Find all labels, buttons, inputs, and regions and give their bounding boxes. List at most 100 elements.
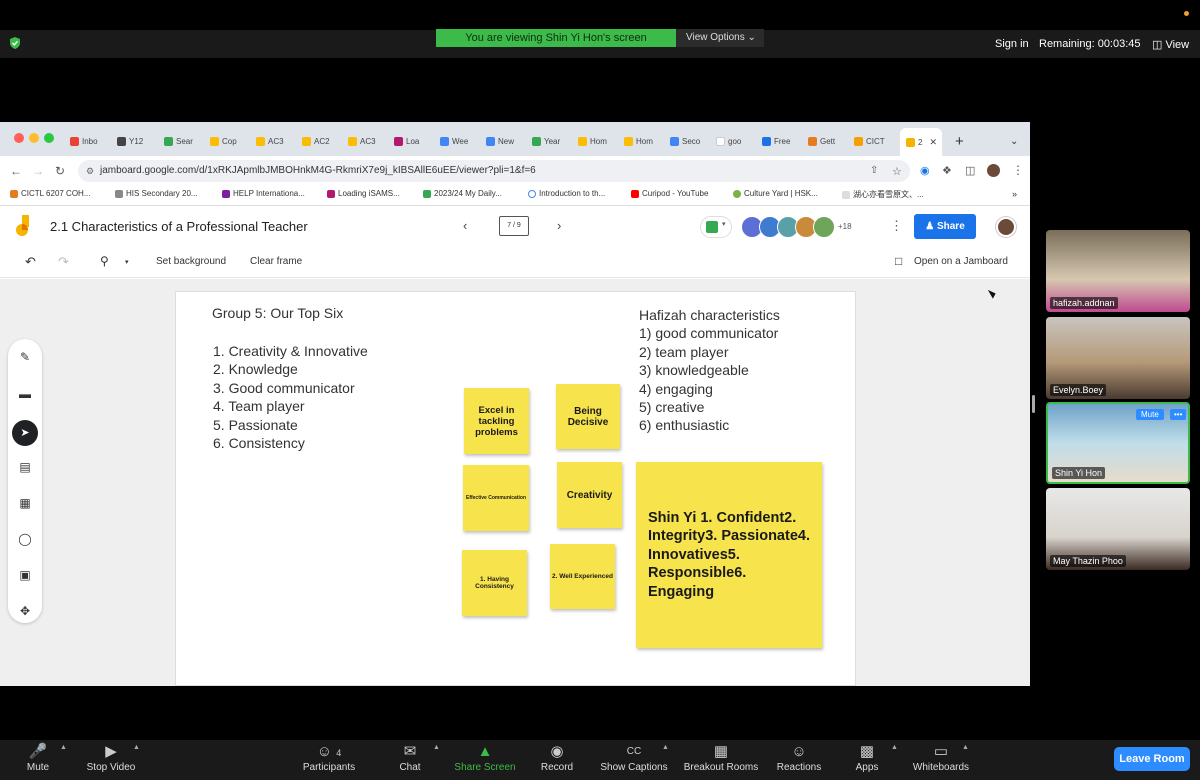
frame-indicator[interactable]: 7 / 9 xyxy=(499,216,529,236)
site-info-icon[interactable]: ⚙ xyxy=(86,160,94,182)
browser-tab[interactable]: CICT xyxy=(854,130,894,152)
share-page-icon[interactable]: ⇧ xyxy=(870,165,878,176)
resize-handle[interactable] xyxy=(1032,395,1035,413)
close-tab-icon[interactable]: ✕ xyxy=(929,137,937,148)
show-captions-button[interactable]: CC Show Captions xyxy=(597,742,671,773)
sticky-note[interactable]: Effective Communication xyxy=(463,465,529,531)
bookmark-star-icon[interactable]: ☆ xyxy=(892,165,902,178)
browser-tab-active[interactable]: 2 ✕ xyxy=(900,128,942,156)
browser-tab[interactable]: Seco xyxy=(670,130,710,152)
leave-room-button[interactable]: Leave Room xyxy=(1114,747,1190,771)
captions-options-caret-icon[interactable]: ▲ xyxy=(662,744,669,751)
browser-tab[interactable]: Sear xyxy=(164,130,204,152)
address-bar[interactable]: ⚙ jamboard.google.com/d/1xRKJApmlbJMBOHn… xyxy=(78,160,910,182)
whiteboards-options-caret-icon[interactable]: ▲ xyxy=(962,744,969,751)
previous-frame-icon[interactable]: ‹ xyxy=(463,218,467,233)
meet-present-button[interactable]: ▾ xyxy=(700,216,732,238)
record-button[interactable]: ◉ Record xyxy=(538,742,576,773)
bookmark-item[interactable]: Culture Yard | HSK... xyxy=(733,189,818,198)
mute-button[interactable]: 🎤 Mute xyxy=(22,742,54,773)
undo-icon[interactable]: ↶ xyxy=(25,254,36,270)
extensions-puzzle-icon[interactable]: ❖ xyxy=(942,164,952,177)
reactions-button[interactable]: ☺ Reactions xyxy=(774,742,824,773)
open-on-jamboard-button[interactable]: Open on a Jamboard xyxy=(914,256,1008,267)
bookmarks-overflow-icon[interactable]: » xyxy=(1012,189,1017,199)
next-frame-icon[interactable]: › xyxy=(557,218,561,233)
mute-participant-button[interactable]: Mute xyxy=(1136,409,1164,420)
browser-tab[interactable]: New xyxy=(486,130,526,152)
browser-tab[interactable]: AC3 xyxy=(256,130,296,152)
share-screen-button[interactable]: ▲ Share Screen xyxy=(452,742,518,773)
browser-tab[interactable]: AC3 xyxy=(348,130,388,152)
browser-tab[interactable]: Loa xyxy=(394,130,434,152)
zoom-chevron-down-icon[interactable]: ▾ xyxy=(125,258,129,266)
sticky-note-large[interactable]: Shin Yi 1. Confident2. Integrity3. Passi… xyxy=(636,462,822,648)
browser-tab[interactable]: Wee xyxy=(440,130,480,152)
bookmark-item[interactable]: Introduction to th... xyxy=(528,189,605,198)
participants-button[interactable]: ☺ 4 Participants xyxy=(298,742,360,773)
more-options-icon[interactable]: ⋮ xyxy=(890,218,903,234)
chat-button[interactable]: ✉ Chat xyxy=(396,742,424,773)
breakout-rooms-button[interactable]: ▦ Breakout Rooms xyxy=(681,742,761,773)
browser-tab[interactable]: AC2 xyxy=(302,130,342,152)
browser-tab[interactable]: Inbo xyxy=(70,130,110,152)
view-options-button[interactable]: View Options ⌄ xyxy=(676,29,764,47)
select-cursor-icon[interactable]: ➤ xyxy=(12,420,38,446)
image-icon[interactable]: ▦ xyxy=(17,495,33,511)
bookmark-item[interactable]: 湖心亦看雪原文、... xyxy=(842,189,924,200)
new-tab-icon[interactable]: + xyxy=(955,130,969,152)
forward-arrow-icon[interactable]: → xyxy=(32,164,44,178)
collaborator-avatars[interactable]: +18 xyxy=(741,216,852,238)
participant-more-icon[interactable]: ••• xyxy=(1170,409,1187,420)
laser-icon[interactable]: ✥ xyxy=(17,603,33,619)
bookmark-item[interactable]: Curipod - YouTube xyxy=(631,189,708,198)
video-options-caret-icon[interactable]: ▲ xyxy=(133,744,140,751)
stop-video-button[interactable]: ▶ Stop Video xyxy=(82,742,140,773)
apps-button[interactable]: ▩ Apps xyxy=(852,742,882,773)
maximize-window-dot[interactable] xyxy=(44,133,54,143)
bookmark-item[interactable]: HELP Internationa... xyxy=(222,189,305,198)
share-button[interactable]: ♟ Share xyxy=(914,214,976,239)
reload-icon[interactable]: ↻ xyxy=(55,164,65,178)
bookmark-item[interactable]: Loading iSAMS... xyxy=(327,189,400,198)
browser-tab[interactable]: Y12 xyxy=(117,130,157,152)
clear-frame-button[interactable]: Clear frame xyxy=(250,256,302,267)
participant-tile[interactable]: hafizah.addnan xyxy=(1046,230,1190,312)
tab-search-chevron-icon[interactable]: ⌄ xyxy=(1010,130,1022,152)
browser-tab[interactable]: Hom xyxy=(624,130,664,152)
profile-avatar[interactable] xyxy=(987,164,1000,177)
mute-options-caret-icon[interactable]: ▲ xyxy=(60,744,67,751)
text-box-icon[interactable]: ▣ xyxy=(17,567,33,583)
eraser-icon[interactable]: ▬ xyxy=(17,386,33,402)
participant-tile[interactable]: Evelyn.Boey xyxy=(1046,317,1190,399)
redo-icon[interactable]: ↷ xyxy=(58,254,69,270)
bookmark-item[interactable]: CICTL 6207 COH... xyxy=(10,189,91,198)
extension-icon[interactable]: ◉ xyxy=(920,164,930,177)
sticky-note-icon[interactable]: ▤ xyxy=(17,459,33,475)
side-panel-icon[interactable]: ◫ xyxy=(965,164,975,177)
account-avatar[interactable] xyxy=(996,217,1016,237)
sticky-note[interactable]: Excel in tackling problems xyxy=(464,388,529,454)
sticky-note[interactable]: Creativity xyxy=(557,462,622,528)
browser-tab[interactable]: Year xyxy=(532,130,572,152)
browser-tab[interactable]: goo xyxy=(716,130,756,152)
minimize-window-dot[interactable] xyxy=(29,133,39,143)
browser-tab[interactable]: Hom xyxy=(578,130,618,152)
sticky-note[interactable]: 2. Well Experienced xyxy=(550,544,615,609)
sticky-note[interactable]: 1. Having Consistency xyxy=(462,550,527,616)
sticky-note[interactable]: Being Decisive xyxy=(556,384,620,449)
view-button[interactable]: ◫ View xyxy=(1152,38,1189,51)
browser-menu-icon[interactable]: ⋮ xyxy=(1012,163,1024,177)
browser-tab[interactable]: Gett xyxy=(808,130,848,152)
set-background-button[interactable]: Set background xyxy=(156,256,226,267)
browser-tab[interactable]: Free xyxy=(762,130,802,152)
zoom-icon[interactable]: ⚲ xyxy=(100,254,109,268)
apps-options-caret-icon[interactable]: ▲ xyxy=(891,744,898,751)
participant-tile[interactable]: May Thazin Phoo xyxy=(1046,488,1190,570)
browser-tab[interactable]: Cop xyxy=(210,130,250,152)
bookmark-item[interactable]: 2023/24 My Daily... xyxy=(423,189,502,198)
chat-options-caret-icon[interactable]: ▲ xyxy=(433,744,440,751)
sign-in-link[interactable]: Sign in xyxy=(995,38,1029,50)
participant-tile-active[interactable]: Mute ••• Shin Yi Hon xyxy=(1046,402,1190,484)
close-window-dot[interactable] xyxy=(14,133,24,143)
